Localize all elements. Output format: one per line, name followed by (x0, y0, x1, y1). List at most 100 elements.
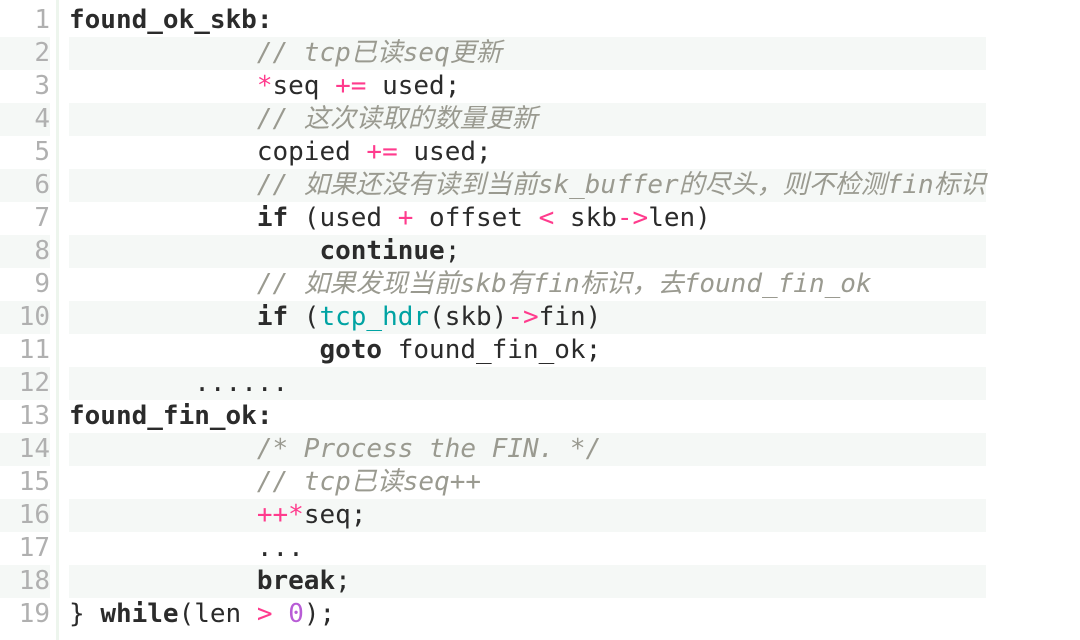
token: // 如果还没有读到当前sk_buffer的尽头，则不检测fin标识 (257, 170, 986, 200)
indent (69, 137, 257, 167)
code-line[interactable]: // 如果发现当前skb有fin标识，去found_fin_ok (69, 268, 986, 301)
code-line[interactable]: ... (69, 532, 986, 565)
token: > (257, 599, 273, 629)
indent (69, 368, 194, 398)
token: found_fin_ok; (382, 335, 601, 365)
token: (used (288, 203, 398, 233)
code-line[interactable]: ++*seq; (69, 499, 986, 532)
indent (69, 38, 257, 68)
token: ...... (194, 368, 288, 398)
line-number: 6 (0, 169, 50, 202)
code-line[interactable]: goto found_fin_ok; (69, 334, 986, 367)
token: ( (288, 302, 319, 332)
indent (69, 203, 257, 233)
token: offset (413, 203, 538, 233)
line-number: 4 (0, 103, 50, 136)
code-line[interactable]: // tcp已读seq++ (69, 466, 986, 499)
token: continue (319, 236, 444, 266)
token: * (257, 71, 273, 101)
token: if (257, 203, 288, 233)
token: ... (257, 533, 304, 563)
token: (skb) (429, 302, 507, 332)
line-number: 2 (0, 37, 50, 70)
line-number: 16 (0, 499, 50, 532)
line-number: 10 (0, 301, 50, 334)
indent (69, 170, 257, 200)
indent (69, 236, 319, 266)
indent (69, 104, 257, 134)
line-number: 5 (0, 136, 50, 169)
code-line[interactable]: // 如果还没有读到当前sk_buffer的尽头，则不检测fin标识 (69, 169, 986, 202)
indent (69, 269, 257, 299)
line-number: 13 (0, 400, 50, 433)
line-number: 8 (0, 235, 50, 268)
token: found_ok_skb: (69, 5, 273, 35)
code-line[interactable]: // tcp已读seq更新 (69, 37, 986, 70)
code-line[interactable]: continue; (69, 235, 986, 268)
token: < (539, 203, 555, 233)
code-line[interactable]: *seq += used; (69, 70, 986, 103)
indent (69, 566, 257, 596)
token: found_fin_ok: (69, 401, 273, 431)
token: -> (617, 203, 648, 233)
code-line[interactable]: /* Process the FIN. */ (69, 433, 986, 466)
indent (69, 335, 319, 365)
line-number: 19 (0, 598, 50, 631)
line-number: 3 (0, 70, 50, 103)
line-number: 17 (0, 532, 50, 565)
token: while (100, 599, 178, 629)
indent (69, 71, 257, 101)
code-line[interactable]: found_ok_skb: (69, 4, 986, 37)
code-line[interactable]: // 这次读取的数量更新 (69, 103, 986, 136)
token: 0 (288, 599, 304, 629)
token (273, 599, 289, 629)
token: ++* (257, 500, 304, 530)
token: len) (648, 203, 711, 233)
token: += (335, 71, 366, 101)
code-line[interactable]: if (used + offset < skb->len) (69, 202, 986, 235)
indent (69, 302, 257, 332)
line-number: 15 (0, 466, 50, 499)
token: ); (304, 599, 335, 629)
line-number-gutter: 12345678910111213141516171819 (0, 0, 59, 640)
code-line[interactable]: ...... (69, 367, 986, 400)
token: seq (273, 71, 336, 101)
code-line[interactable]: break; (69, 565, 986, 598)
token: seq; (304, 500, 367, 530)
token: goto (319, 335, 382, 365)
token: if (257, 302, 288, 332)
code-area[interactable]: found_ok_skb: // tcp已读seq更新 *seq += used… (59, 0, 986, 640)
token: // tcp已读seq更新 (257, 38, 502, 68)
line-number: 7 (0, 202, 50, 235)
code-line[interactable]: if (tcp_hdr(skb)->fin) (69, 301, 986, 334)
token: skb (554, 203, 617, 233)
indent (69, 533, 257, 563)
token: used; (398, 137, 492, 167)
indent (69, 434, 257, 464)
line-number: 14 (0, 433, 50, 466)
indent (69, 467, 257, 497)
line-number: 11 (0, 334, 50, 367)
token: -> (507, 302, 538, 332)
token: copied (257, 137, 367, 167)
token: tcp_hdr (319, 302, 429, 332)
token: // tcp已读seq++ (257, 467, 481, 497)
token: (len (179, 599, 257, 629)
line-number: 9 (0, 268, 50, 301)
token: + (398, 203, 414, 233)
token: used; (366, 71, 460, 101)
token: ; (445, 236, 461, 266)
code-line[interactable]: copied += used; (69, 136, 986, 169)
token: /* Process the FIN. */ (257, 434, 601, 464)
code-line[interactable]: found_fin_ok: (69, 400, 986, 433)
token: fin) (539, 302, 602, 332)
token: // 这次读取的数量更新 (257, 104, 538, 134)
token: // 如果发现当前skb有fin标识，去found_fin_ok (257, 269, 872, 299)
line-number: 18 (0, 565, 50, 598)
token: } (69, 599, 100, 629)
code-line[interactable]: } while(len > 0); (69, 598, 986, 631)
token: ; (335, 566, 351, 596)
code-editor: 12345678910111213141516171819 found_ok_s… (0, 0, 1080, 640)
token: += (366, 137, 397, 167)
token: break (257, 566, 335, 596)
